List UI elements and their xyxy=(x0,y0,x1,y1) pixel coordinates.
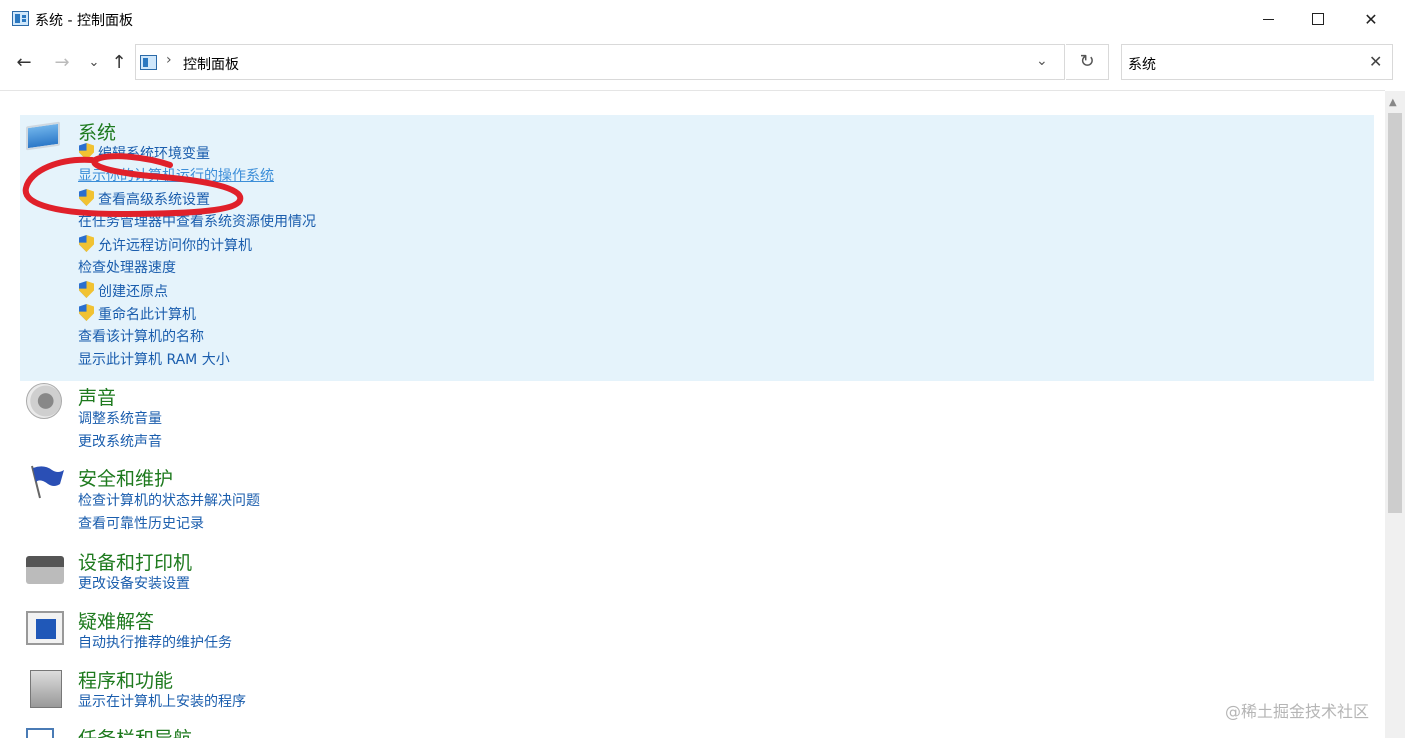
navigation-bar: ← → ⌄ ↑ › 控制面板 ⌄ ↻ 系统 ✕ xyxy=(0,38,1405,90)
link-maintenance-tasks[interactable]: 自动执行推荐的维护任务 xyxy=(78,633,232,653)
clear-search-icon[interactable]: ✕ xyxy=(1369,52,1382,71)
taskbar-icon xyxy=(26,728,54,738)
group-title[interactable]: 安全和维护 xyxy=(78,464,173,491)
scrollbar-thumb[interactable] xyxy=(1388,113,1402,513)
result-group-system[interactable]: 系统 编辑系统环境变量 显示你的计算机运行的操作系统 查看高级系统设置 在任务管… xyxy=(20,115,1374,381)
link-check-status[interactable]: 检查计算机的状态并解决问题 xyxy=(78,491,260,511)
maximize-icon xyxy=(1312,13,1324,25)
link-show-ram-size[interactable]: 显示此计算机 RAM 大小 xyxy=(78,350,230,370)
group-title[interactable]: 系统 xyxy=(78,118,116,145)
close-button[interactable]: ✕ xyxy=(1348,0,1394,38)
printer-icon xyxy=(26,556,64,584)
vertical-scrollbar[interactable]: ▲ xyxy=(1385,91,1405,738)
result-group-security[interactable]: 安全和维护 检查计算机的状态并解决问题 查看可靠性历史记录 xyxy=(20,462,1374,534)
up-button[interactable]: ↑ xyxy=(108,52,130,74)
shield-icon xyxy=(78,189,95,207)
address-bar[interactable]: › 控制面板 ⌄ xyxy=(135,44,1065,80)
shield-icon xyxy=(78,235,95,253)
link-view-computer-name[interactable]: 查看该计算机的名称 xyxy=(78,327,204,347)
link-advanced-system-settings[interactable]: 查看高级系统设置 xyxy=(78,189,210,209)
link-rename-computer[interactable]: 重命名此计算机 xyxy=(78,304,196,324)
group-title[interactable]: 声音 xyxy=(78,383,116,410)
link-device-install-settings[interactable]: 更改设备安装设置 xyxy=(78,574,190,594)
link-allow-remote-access[interactable]: 允许远程访问你的计算机 xyxy=(78,235,252,255)
close-icon: ✕ xyxy=(1364,9,1378,29)
back-button[interactable]: ← xyxy=(12,52,36,74)
results-pane: 系统 编辑系统环境变量 显示你的计算机运行的操作系统 查看高级系统设置 在任务管… xyxy=(0,91,1385,738)
minimize-icon xyxy=(1262,18,1274,20)
speaker-icon xyxy=(26,383,62,419)
link-adjust-volume[interactable]: 调整系统音量 xyxy=(78,409,162,429)
recent-locations-button[interactable]: ⌄ xyxy=(86,52,102,74)
link-create-restore-point[interactable]: 创建还原点 xyxy=(78,281,168,301)
minimize-button[interactable] xyxy=(1245,0,1291,38)
link-change-sounds[interactable]: 更改系统声音 xyxy=(78,432,162,452)
group-title[interactable]: 设备和打印机 xyxy=(78,548,192,575)
address-dropdown-icon[interactable]: ⌄ xyxy=(1036,53,1048,69)
shield-icon xyxy=(78,281,95,299)
breadcrumb-control-panel[interactable]: 控制面板 xyxy=(183,54,239,74)
result-group-troubleshoot[interactable]: 疑难解答 自动执行推荐的维护任务 xyxy=(20,605,1374,655)
forward-button[interactable]: → xyxy=(50,52,74,74)
system-icon xyxy=(26,121,60,151)
link-edit-env-vars[interactable]: 编辑系统环境变量 xyxy=(78,143,210,163)
link-check-processor-speed[interactable]: 检查处理器速度 xyxy=(78,258,176,278)
maximize-button[interactable] xyxy=(1295,0,1341,38)
shield-icon xyxy=(78,143,95,161)
group-title[interactable]: 程序和功能 xyxy=(78,666,173,693)
flag-icon xyxy=(31,465,64,499)
search-box[interactable]: 系统 ✕ xyxy=(1121,44,1393,80)
group-title[interactable]: 任务栏和导航 xyxy=(78,724,192,738)
troubleshoot-icon xyxy=(26,611,64,645)
programs-icon xyxy=(30,670,62,708)
result-group-programs[interactable]: 程序和功能 显示在计算机上安装的程序 xyxy=(20,664,1374,714)
link-show-os[interactable]: 显示你的计算机运行的操作系统 xyxy=(78,166,274,186)
result-group-devices[interactable]: 设备和打印机 更改设备安装设置 xyxy=(20,546,1374,596)
group-title[interactable]: 疑难解答 xyxy=(78,607,154,634)
link-installed-programs[interactable]: 显示在计算机上安装的程序 xyxy=(78,692,246,712)
window-title: 系统 - 控制面板 xyxy=(35,13,133,29)
link-reliability-history[interactable]: 查看可靠性历史记录 xyxy=(78,514,204,534)
title-bar: 系统 - 控制面板 ✕ xyxy=(0,0,1405,38)
control-panel-icon xyxy=(12,11,29,26)
search-input[interactable]: 系统 xyxy=(1128,54,1156,74)
watermark: @稀土掘金技术社区 xyxy=(1225,702,1370,721)
shield-icon xyxy=(78,304,95,322)
result-group-sound[interactable]: 声音 调整系统音量 更改系统声音 xyxy=(20,381,1374,453)
breadcrumb-chevron-icon[interactable]: › xyxy=(166,52,172,68)
result-group-taskbar[interactable]: 任务栏和导航 xyxy=(20,722,1374,738)
control-panel-icon xyxy=(140,55,157,70)
link-task-manager-resources[interactable]: 在任务管理器中查看系统资源使用情况 xyxy=(78,212,316,232)
refresh-button[interactable]: ↻ xyxy=(1066,44,1109,80)
scroll-up-icon[interactable]: ▲ xyxy=(1389,97,1397,108)
